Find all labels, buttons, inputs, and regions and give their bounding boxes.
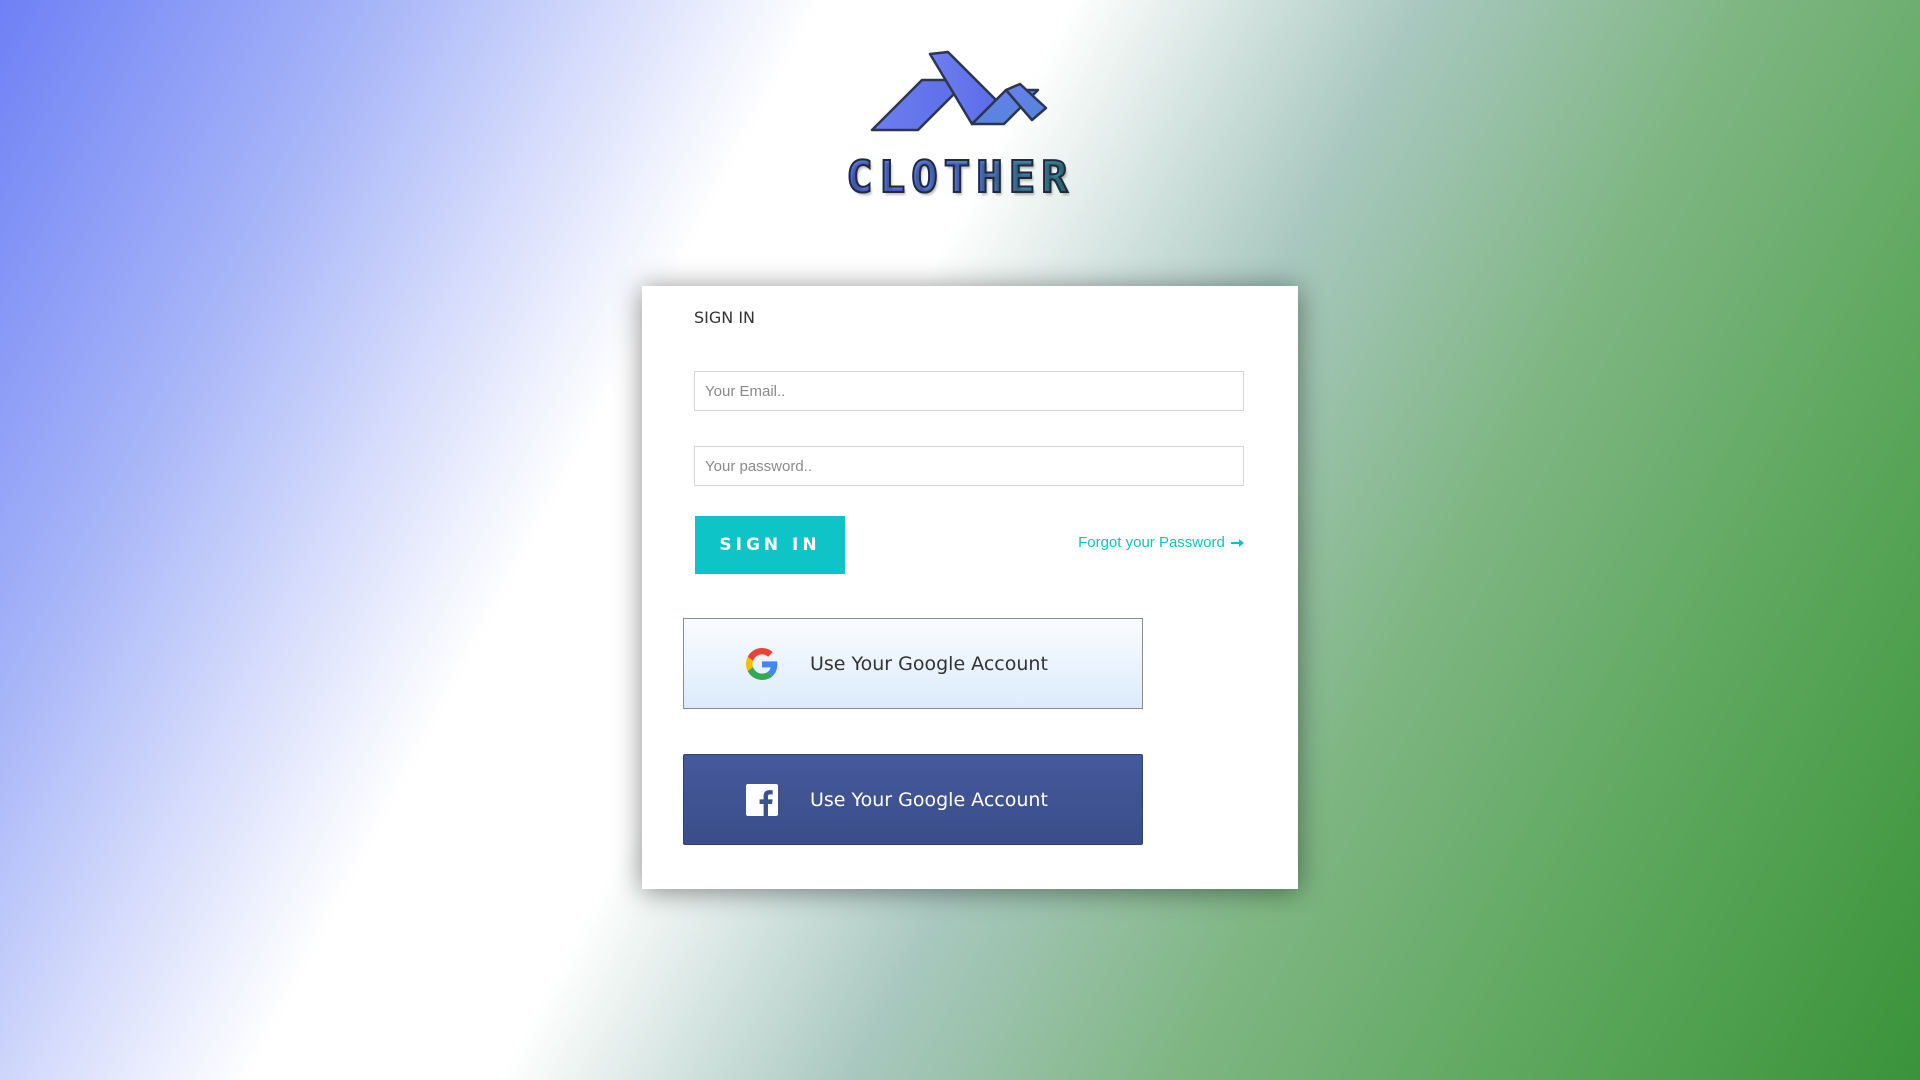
email-field[interactable]: [694, 371, 1244, 411]
facebook-signin-button[interactable]: Use Your Google Account: [683, 754, 1143, 845]
arrow-right-icon: [1231, 539, 1244, 548]
signin-button[interactable]: SIGN IN: [695, 516, 845, 574]
forgot-password-link[interactable]: Forgot your Password: [1078, 534, 1245, 551]
facebook-signin-label: Use Your Google Account: [810, 789, 1048, 811]
clother-logo-icon: [870, 50, 1048, 132]
brand-wordmark: CLOTHER: [820, 151, 1100, 204]
password-field[interactable]: [694, 446, 1244, 486]
login-page: { "brand": { "name": "CLOTHER", "logo_ic…: [0, 0, 1920, 1080]
google-icon: [746, 648, 778, 680]
google-signin-button[interactable]: Use Your Google Account: [683, 618, 1143, 709]
forgot-password-label: Forgot your Password: [1078, 534, 1225, 551]
signin-card: SIGN IN SIGN IN Forgot your Password Use…: [642, 286, 1298, 889]
google-signin-label: Use Your Google Account: [810, 653, 1048, 675]
facebook-icon: [746, 784, 778, 816]
brand-logo: CLOTHER: [820, 44, 1100, 204]
card-title: SIGN IN: [694, 308, 756, 327]
